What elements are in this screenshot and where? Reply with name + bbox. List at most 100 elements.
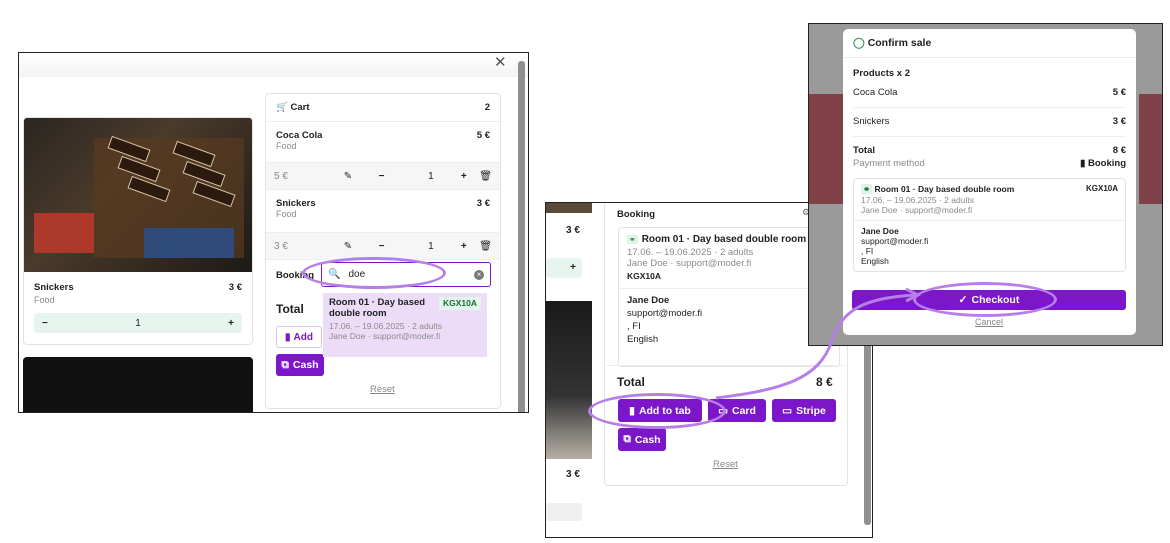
product-image-partial xyxy=(546,203,592,213)
confirm-sale-dialog: ◯ Confirm sale Products x 2 Coca Cola 5 … xyxy=(843,29,1136,335)
cash-button[interactable]: ⧉ Cash xyxy=(276,354,324,376)
total-value: 8 € xyxy=(1112,145,1126,156)
guest-email: support@moder.fi xyxy=(861,236,929,246)
unit-price: 3 € xyxy=(274,240,288,252)
guest-country: , FI xyxy=(861,246,874,256)
product-price: 3 € xyxy=(566,225,580,236)
decrement-button[interactable]: − xyxy=(42,318,48,329)
cart-item: Coca Cola 5 € Food xyxy=(266,122,500,162)
cart-title: 🛒 Cart xyxy=(276,102,310,113)
booking-guest: Jane Doe · support@moder.fi xyxy=(861,205,973,215)
add-button[interactable]: ▮ Add xyxy=(276,326,322,348)
guest-language: English xyxy=(627,334,659,345)
edit-icon[interactable]: ✎ xyxy=(344,171,379,182)
result-code-badge: KGX10A xyxy=(438,297,481,310)
confirm-item-row: Snickers 3 € xyxy=(853,116,1126,137)
decrement-button[interactable]: − xyxy=(379,171,414,182)
booking-guest: Jane Doe · support@moder.fi xyxy=(627,258,752,269)
product-image xyxy=(24,118,252,272)
guest-name: Jane Doe xyxy=(861,226,899,236)
product-price: 3 € xyxy=(228,282,242,293)
quantity-value: 1 xyxy=(135,317,141,329)
product-image-dark xyxy=(546,301,592,459)
bookmark-icon: ▮ xyxy=(285,331,291,343)
increment-button[interactable]: + xyxy=(448,241,479,252)
total-label: Total xyxy=(276,302,304,316)
cart-item-name: Coca Cola xyxy=(276,130,323,141)
total-row: Total 8 € xyxy=(853,145,1126,156)
scrollbar[interactable] xyxy=(518,61,525,412)
add-to-tab-highlight-ring xyxy=(588,393,726,429)
delete-icon[interactable]: 🗑 xyxy=(479,171,492,182)
product-name: Snickers xyxy=(34,282,74,293)
item-name: Coca Cola xyxy=(853,87,898,98)
guest-country: , FI xyxy=(627,321,641,332)
search-result-item[interactable]: Room 01 · Day based double room KGX10A 1… xyxy=(323,293,487,357)
link-icon: ⚭ xyxy=(627,235,638,244)
stripe-icon: ▭ xyxy=(782,404,793,417)
quantity-stepper[interactable]: + xyxy=(546,258,582,278)
clear-icon[interactable]: × xyxy=(474,269,484,280)
payment-row: Payment method ▮ Booking xyxy=(853,158,1126,169)
guest-name: Jane Doe xyxy=(627,295,670,306)
pos-panel-search: ✕ Snickers 3 € Food − 1 + 🛒 Cart 2 Coca … xyxy=(18,52,529,413)
cart-item-controls: 3 € ✎ − 1 + 🗑 xyxy=(266,232,500,260)
booking-dates: 17.06. – 19.06.2025 · 2 adults xyxy=(627,247,754,258)
unit-price: 5 € xyxy=(274,170,288,182)
booking-title: Room 01 · Day based double room xyxy=(641,234,807,245)
product-category: Food xyxy=(34,295,55,305)
total-value: 8 € xyxy=(816,375,833,389)
delete-icon[interactable]: 🗑 xyxy=(479,241,492,252)
reset-link[interactable]: Reset xyxy=(370,384,395,395)
cash-icon: ⧉ xyxy=(281,358,289,371)
search-highlight-ring xyxy=(302,257,446,289)
quantity-stepper[interactable]: − 1 + xyxy=(34,313,242,333)
reset-link[interactable]: Reset xyxy=(713,459,738,470)
booking-code: KGX10A xyxy=(627,271,662,281)
cart-item: Snickers 3 € Food xyxy=(266,190,500,232)
confirm-item-row: Coca Cola 5 € xyxy=(853,87,1126,108)
increment-button[interactable]: + xyxy=(448,171,479,182)
cancel-link[interactable]: Cancel xyxy=(975,317,1003,327)
cart-item-price: 3 € xyxy=(476,198,490,209)
cart-icon: 🛒 xyxy=(276,102,288,113)
cart-count: 2 xyxy=(484,102,490,113)
booking-label: Booking xyxy=(617,209,655,220)
item-price: 5 € xyxy=(1112,87,1126,98)
products-heading: Products x 2 xyxy=(853,68,911,79)
bookmark-icon: ▮ xyxy=(1080,158,1086,169)
top-bar xyxy=(19,53,528,77)
product-qty-partial xyxy=(546,503,582,521)
cash-button[interactable]: ⧉ Cash xyxy=(618,428,666,451)
quantity-value: 1 xyxy=(428,170,434,182)
link-icon: ⚭ xyxy=(861,184,873,194)
payment-label: Payment method xyxy=(853,158,925,169)
decrement-button[interactable]: − xyxy=(379,241,414,252)
stripe-button[interactable]: ▭ Stripe xyxy=(772,399,836,422)
booking-card: ⚭ Room 01 · Day based double room 17.06.… xyxy=(618,227,840,367)
booking-code: KGX10A xyxy=(1085,184,1118,193)
result-dates: 17.06. – 19.06.2025 · 2 adults xyxy=(329,321,442,331)
cart-item-controls: 5 € ✎ − 1 + 🗑 xyxy=(266,162,500,190)
cart-item-name: Snickers xyxy=(276,198,316,209)
increment-button[interactable]: + xyxy=(228,318,234,329)
item-price: 3 € xyxy=(1112,116,1126,127)
dialog-title: ◯ Confirm sale xyxy=(843,29,1136,58)
booking-dates: 17.06. – 19.06.2025 · 2 adults xyxy=(861,195,974,205)
checkout-highlight-ring xyxy=(913,282,1057,317)
cart-panel: 🛒 Cart 2 Coca Cola 5 € Food 5 € ✎ − 1 + … xyxy=(265,93,501,409)
cart-item-category: Food xyxy=(276,209,297,219)
edit-icon[interactable]: ✎ xyxy=(344,241,379,252)
check-circle-icon: ◯ xyxy=(853,37,865,49)
product-card-image-dark[interactable] xyxy=(23,357,253,412)
cart-item-category: Food xyxy=(276,141,297,151)
product-price: 3 € xyxy=(566,469,580,480)
close-icon[interactable]: ✕ xyxy=(494,53,507,71)
booking-summary-card: ⚭ Room 01 · Day based double room KGX10A… xyxy=(853,178,1126,272)
quantity-value: 1 xyxy=(428,240,434,252)
product-card[interactable]: Snickers 3 € Food − 1 + xyxy=(23,117,253,345)
total-label: Total xyxy=(617,375,645,389)
result-title: Room 01 · Day based double room xyxy=(329,297,426,319)
cart-item-price: 5 € xyxy=(476,130,490,141)
booking-title: Room 01 · Day based double room xyxy=(874,184,1015,194)
